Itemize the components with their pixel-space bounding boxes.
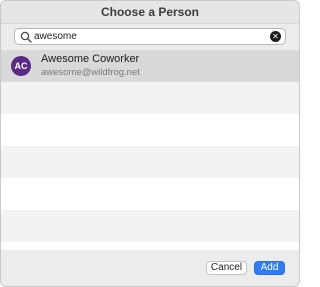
contact-email: awesome@wildfrog.net (41, 67, 140, 78)
list-item[interactable]: AC Awesome Coworker awesome@wildfrog.net (1, 50, 299, 82)
empty-row (1, 178, 299, 210)
cancel-button[interactable]: Cancel (206, 261, 247, 275)
empty-row (1, 114, 299, 146)
choose-person-dialog: Choose a Person ✕ AC Awesome Coworker aw… (0, 0, 300, 287)
dialog-footer: Cancel Add (1, 250, 299, 286)
avatar: AC (11, 56, 31, 76)
empty-row (1, 210, 299, 242)
search-field[interactable]: ✕ (14, 28, 286, 45)
empty-row (1, 146, 299, 178)
search-input[interactable] (34, 29, 264, 44)
people-list: AC Awesome Coworker awesome@wildfrog.net (1, 50, 299, 250)
search-icon (20, 31, 32, 43)
title-bar: Choose a Person (1, 1, 299, 24)
empty-row (1, 82, 299, 114)
contact-name: Awesome Coworker (41, 53, 140, 65)
dialog-title: Choose a Person (100, 5, 200, 19)
add-button[interactable]: Add (254, 261, 285, 275)
clear-search-icon[interactable]: ✕ (270, 31, 281, 42)
